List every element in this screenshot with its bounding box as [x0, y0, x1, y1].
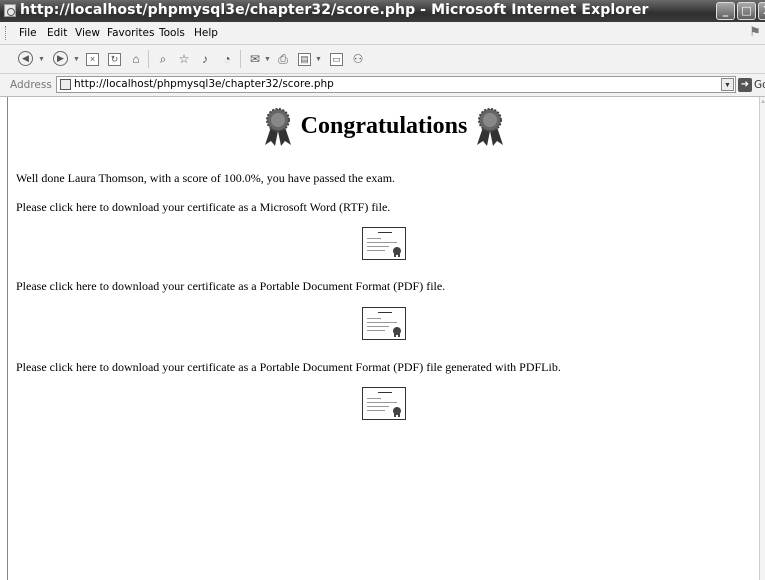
- print-icon[interactable]: ⎙: [275, 51, 291, 67]
- edit-dropdown-icon[interactable]: ▼: [315, 56, 322, 63]
- pdflib-certificate-thumbnail[interactable]: [362, 387, 406, 420]
- menu-file[interactable]: File: [19, 27, 37, 39]
- menu-help[interactable]: Help: [194, 27, 218, 39]
- address-bar: Address http://localhost/phpmysql3e/chap…: [0, 74, 765, 97]
- edit-icon[interactable]: ▤: [298, 53, 311, 66]
- scroll-up-icon[interactable]: ▲: [760, 99, 765, 105]
- pdf-certificate-thumbnail[interactable]: [362, 307, 406, 340]
- menu-edit[interactable]: Edit: [47, 27, 67, 39]
- address-dropdown-icon[interactable]: ▼: [721, 78, 734, 91]
- title-bar: http://localhost/phpmysql3e/chapter32/sc…: [0, 0, 765, 22]
- address-input[interactable]: http://localhost/phpmysql3e/chapter32/sc…: [56, 76, 736, 93]
- rtf-certificate-thumbnail[interactable]: [362, 227, 406, 260]
- back-dropdown-icon[interactable]: ▼: [38, 56, 45, 63]
- media-icon[interactable]: ♪: [197, 51, 213, 67]
- back-icon[interactable]: ◀: [18, 51, 33, 66]
- page-icon: [60, 79, 71, 90]
- vertical-scrollbar[interactable]: ▲: [759, 97, 765, 580]
- page-heading: Congratulations: [8, 107, 760, 147]
- toolbar-separator: [240, 50, 241, 68]
- menu-view[interactable]: View: [75, 27, 100, 39]
- toolbar: ◀ ▼ ▶ ▼ × ↻ ⌂ ⌕ ☆ ♪ ◔ ✉ ▼ ⎙ ▤ ▼ ▭ ⚇: [0, 45, 765, 74]
- award-ribbon-icon: [477, 108, 504, 146]
- award-ribbon-icon: [264, 108, 291, 146]
- window-title: http://localhost/phpmysql3e/chapter32/sc…: [20, 2, 649, 18]
- favorites-icon[interactable]: ☆: [176, 51, 192, 67]
- congratulations-heading: Congratulations: [300, 113, 468, 139]
- menu-bar: File Edit View Favorites Tools Help ⚑: [0, 22, 765, 45]
- pdf-download-link[interactable]: Please click here to download your certi…: [16, 279, 445, 294]
- toolbar-separator: [148, 50, 149, 68]
- rtf-download-link[interactable]: Please click here to download your certi…: [16, 200, 390, 215]
- mail-dropdown-icon[interactable]: ▼: [264, 56, 271, 63]
- menu-favorites[interactable]: Favorites: [107, 27, 154, 39]
- discuss-icon[interactable]: ▭: [330, 53, 343, 66]
- history-icon[interactable]: ◔: [219, 51, 235, 67]
- score-message: Well done Laura Thomson, with a score of…: [16, 171, 396, 185]
- maximize-button[interactable]: □: [737, 2, 756, 20]
- minimize-button[interactable]: _: [716, 2, 735, 20]
- home-icon[interactable]: ⌂: [128, 51, 144, 67]
- close-button[interactable]: X: [758, 2, 765, 20]
- go-button[interactable]: Go: [754, 79, 765, 91]
- pdflib-download-link[interactable]: Please click here to download your certi…: [16, 360, 561, 375]
- forward-dropdown-icon[interactable]: ▼: [73, 56, 80, 63]
- menu-grip: [5, 26, 8, 40]
- refresh-icon[interactable]: ↻: [108, 53, 121, 66]
- windows-flag-icon: ⚑: [749, 24, 761, 39]
- ie-page-icon: [4, 4, 16, 17]
- go-arrow-icon[interactable]: ➜: [738, 78, 752, 92]
- forward-icon[interactable]: ▶: [53, 51, 68, 66]
- mail-icon[interactable]: ✉: [247, 51, 263, 67]
- address-url[interactable]: http://localhost/phpmysql3e/chapter32/sc…: [74, 78, 334, 90]
- search-icon[interactable]: ⌕: [155, 51, 171, 67]
- address-label: Address: [10, 79, 52, 91]
- page-content: Congratulations Well done Laura Thomson,…: [7, 97, 760, 580]
- messenger-icon[interactable]: ⚇: [350, 51, 366, 67]
- menu-tools[interactable]: Tools: [159, 27, 185, 39]
- stop-icon[interactable]: ×: [86, 53, 99, 66]
